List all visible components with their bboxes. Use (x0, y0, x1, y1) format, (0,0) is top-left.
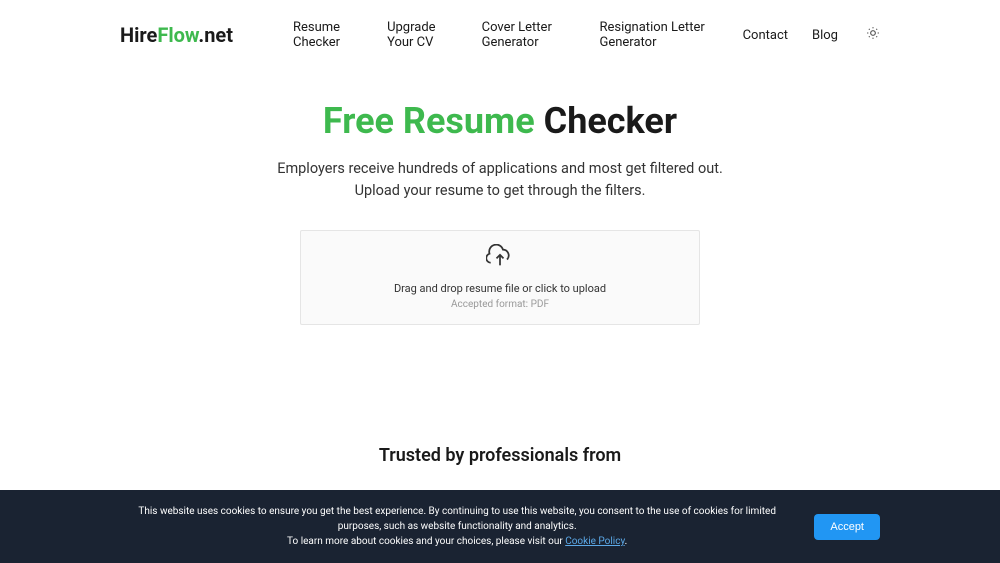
dropzone-text: Drag and drop resume file or click to up… (394, 282, 606, 295)
sun-icon[interactable] (866, 26, 880, 44)
cookie-text: This website uses cookies to ensure you … (120, 504, 794, 549)
main: Free Resume Checker Employers receive hu… (0, 70, 1000, 528)
nav-cover-letter[interactable]: Cover Letter Generator (482, 20, 576, 50)
subtitle-line1: Employers receive hundreds of applicatio… (277, 160, 723, 177)
header: HireFlow.net Resume Checker Upgrade Your… (0, 0, 1000, 70)
logo-net: .net (198, 23, 233, 47)
nav-blog[interactable]: Blog (812, 28, 838, 43)
cloud-upload-icon (486, 244, 514, 272)
title-dark: Checker (535, 100, 677, 142)
page-title: Free Resume Checker (0, 100, 1000, 142)
cookie-banner: This website uses cookies to ensure you … (0, 490, 1000, 563)
nav-contact[interactable]: Contact (743, 28, 788, 43)
nav-resignation[interactable]: Resignation Letter Generator (599, 20, 718, 50)
dropzone-format: Accepted format: PDF (451, 299, 549, 310)
nav-upgrade-cv[interactable]: Upgrade Your CV (387, 20, 458, 50)
cookie-policy-link[interactable]: Cookie Policy (565, 536, 624, 547)
accept-button[interactable]: Accept (814, 514, 880, 540)
logo-flow: Flow (157, 23, 198, 47)
subtitle-line2: Upload your resume to get through the fi… (355, 182, 646, 199)
logo-hire: Hire (120, 23, 157, 47)
logo[interactable]: HireFlow.net (120, 23, 233, 47)
upload-dropzone[interactable]: Drag and drop resume file or click to up… (300, 230, 700, 325)
nav: Resume Checker Upgrade Your CV Cover Let… (293, 20, 880, 50)
title-green: Free Resume (323, 100, 535, 142)
trusted-title: Trusted by professionals from (0, 445, 1000, 466)
subtitle: Employers receive hundreds of applicatio… (0, 158, 1000, 202)
nav-resume-checker[interactable]: Resume Checker (293, 20, 363, 50)
